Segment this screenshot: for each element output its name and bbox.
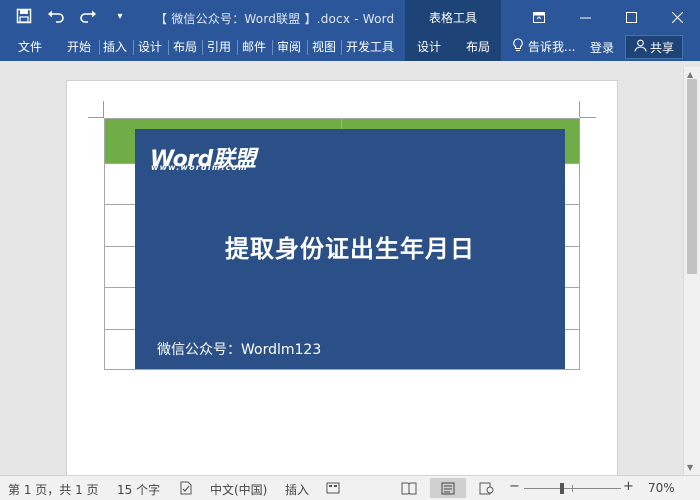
page-count[interactable]: 第 1 页，共 1 页 xyxy=(8,481,99,498)
scroll-down-icon[interactable]: ▼ xyxy=(687,463,693,472)
tab-separator xyxy=(341,40,342,55)
close-icon[interactable] xyxy=(654,0,700,34)
tab-separator xyxy=(202,40,203,55)
undo-icon[interactable] xyxy=(46,6,66,26)
vertical-scrollbar[interactable]: ▲ ▼ xyxy=(683,67,700,475)
tab-home[interactable]: 开始 xyxy=(67,38,91,57)
quick-access-toolbar: ▾ xyxy=(14,6,130,26)
scrollbar-thumb[interactable] xyxy=(687,79,697,274)
logo-url: www.wordlm.com xyxy=(151,163,248,172)
sign-in-link[interactable]: 登录 xyxy=(590,39,614,56)
title-bar: ▾ 【 微信公众号：Word联盟 】.docx - Word 表格工具 xyxy=(0,0,700,34)
window-controls xyxy=(516,0,700,34)
insert-mode[interactable]: 插入 xyxy=(285,481,309,498)
web-layout-icon[interactable] xyxy=(468,478,504,498)
banner-subtitle: 微信公众号：Wordlm123 xyxy=(157,342,322,358)
macro-record-icon[interactable] xyxy=(326,481,340,498)
table-tools-tabs: 设计 布局 xyxy=(405,34,501,61)
tab-file[interactable]: 文件 xyxy=(18,38,42,57)
zoom-slider-thumb[interactable] xyxy=(560,483,564,494)
proofing-icon[interactable] xyxy=(179,481,193,498)
tab-separator xyxy=(133,40,134,55)
scroll-up-icon[interactable]: ▲ xyxy=(687,70,693,79)
banner-title: 提取身份证出生年月日 xyxy=(225,235,475,263)
crop-mark xyxy=(103,101,104,117)
tab-separator xyxy=(307,40,308,55)
tab-mailings[interactable]: 邮件 xyxy=(242,38,266,57)
tab-separator xyxy=(272,40,273,55)
redo-icon[interactable] xyxy=(78,6,98,26)
person-icon xyxy=(634,39,647,55)
tab-references[interactable]: 引用 xyxy=(207,38,231,57)
maximize-icon[interactable] xyxy=(608,0,654,34)
ribbon-display-icon[interactable] xyxy=(516,0,562,34)
tab-review[interactable]: 审阅 xyxy=(277,38,301,57)
tab-table-layout[interactable]: 布局 xyxy=(466,38,490,57)
zoom-level[interactable]: 70% xyxy=(648,481,675,495)
tab-insert[interactable]: 插入 xyxy=(103,38,127,57)
crop-mark xyxy=(88,117,104,118)
zoom-slider-midmark xyxy=(572,485,573,492)
tab-developer[interactable]: 开发工具 xyxy=(346,38,394,57)
title-banner-image[interactable]: Word联盟 www.wordlm.com 提取身份证出生年月日 微信公众号：W… xyxy=(135,129,565,369)
word-count[interactable]: 15 个字 xyxy=(117,481,160,498)
minimize-icon[interactable] xyxy=(562,0,608,34)
share-button[interactable]: 共享 xyxy=(625,35,683,59)
customize-qat-icon[interactable]: ▾ xyxy=(110,6,130,26)
tab-view[interactable]: 视图 xyxy=(312,38,336,57)
zoom-in-button[interactable]: + xyxy=(623,479,634,494)
tab-table-design[interactable]: 设计 xyxy=(417,38,441,57)
save-icon[interactable] xyxy=(14,6,34,26)
zoom-out-button[interactable]: − xyxy=(509,479,520,494)
tell-me-box[interactable]: 告诉我... xyxy=(512,38,575,55)
status-bar: 第 1 页，共 1 页 15 个字 中文(中国) 插入 − + 70% xyxy=(0,475,700,500)
tab-design[interactable]: 设计 xyxy=(138,38,162,57)
table-tools-label: 表格工具 xyxy=(428,11,477,25)
crop-mark xyxy=(580,117,596,118)
print-layout-icon[interactable] xyxy=(430,478,466,498)
tab-layout[interactable]: 布局 xyxy=(173,38,197,57)
language-indicator[interactable]: 中文(中国) xyxy=(210,481,267,498)
share-label: 共享 xyxy=(649,40,674,55)
read-mode-icon[interactable] xyxy=(391,478,427,498)
lightbulb-icon xyxy=(512,38,524,55)
tab-separator xyxy=(168,40,169,55)
tab-separator xyxy=(99,40,100,55)
tab-separator xyxy=(237,40,238,55)
table-tools-group: 表格工具 xyxy=(405,0,501,34)
document-title: 【 微信公众号：Word联盟 】.docx - Word xyxy=(155,12,395,26)
crop-mark xyxy=(579,101,580,117)
tell-me-label: 告诉我... xyxy=(528,40,576,54)
